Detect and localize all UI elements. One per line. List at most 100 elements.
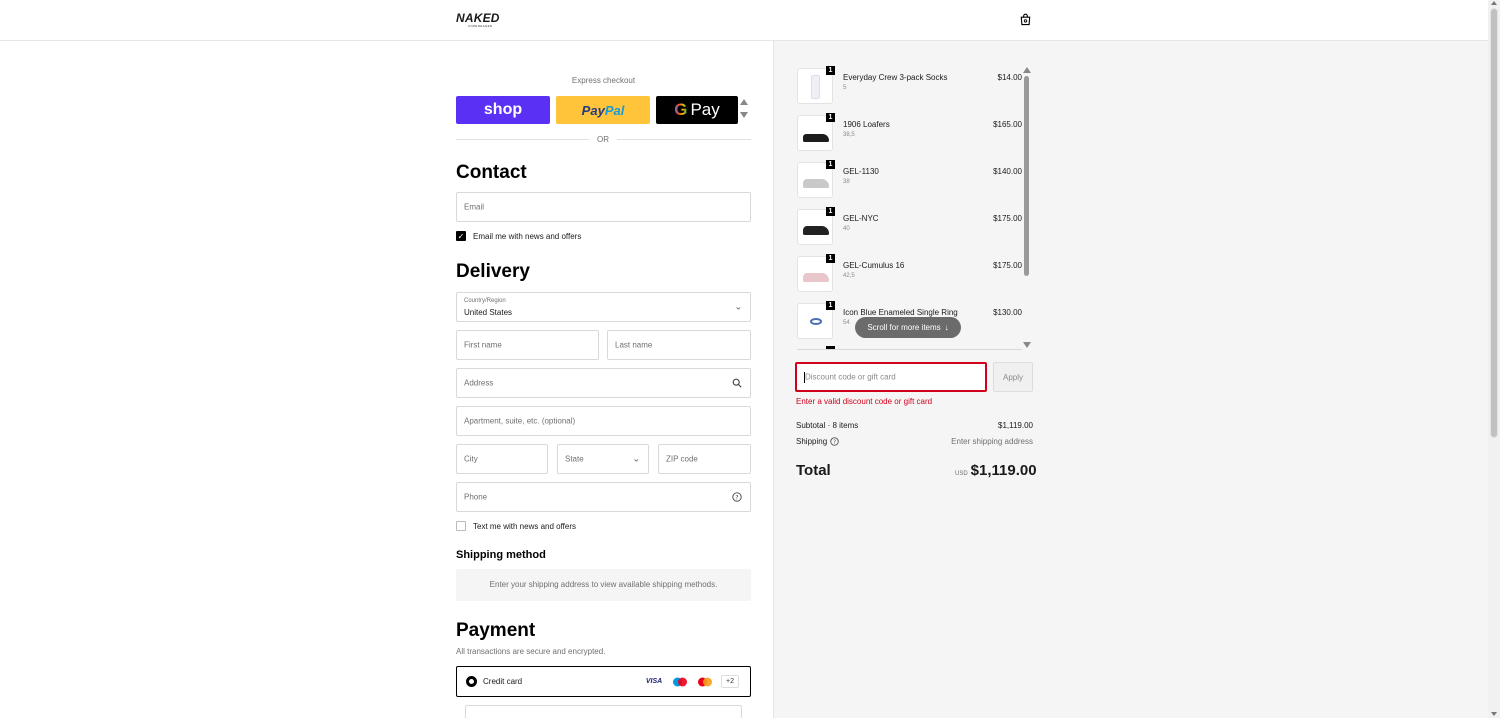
newsletter-checkbox[interactable]: ✓ bbox=[456, 231, 466, 241]
shop-pay-button[interactable]: shop bbox=[456, 96, 550, 124]
shipping-method-heading: Shipping method bbox=[456, 549, 546, 561]
shipping-method-message: Enter your shipping address to view avai… bbox=[456, 569, 751, 601]
list-scroll-down-icon[interactable] bbox=[1023, 342, 1031, 348]
credit-card-option[interactable]: Credit card VISA +2 bbox=[456, 666, 751, 697]
newsletter-label: Email me with news and offers bbox=[473, 232, 582, 241]
google-pay-label: Pay bbox=[690, 100, 720, 119]
arrow-down-icon: ↓ bbox=[944, 323, 949, 332]
scroll-down-icon[interactable] bbox=[1491, 712, 1497, 716]
email-placeholder: Email bbox=[464, 202, 485, 212]
phone-placeholder: Phone bbox=[464, 492, 488, 502]
shopping-bag-icon[interactable] bbox=[1019, 13, 1032, 26]
google-g-logo: G bbox=[674, 100, 688, 119]
item-price: $140.00 bbox=[993, 167, 1022, 176]
sms-checkbox[interactable] bbox=[456, 521, 466, 531]
express-scroll-arrows[interactable] bbox=[740, 99, 748, 118]
total-currency: USD bbox=[955, 471, 968, 477]
scroll-up-icon[interactable] bbox=[1491, 1, 1497, 5]
list-item: 1 GEL-NYC 40 $175.00 bbox=[797, 207, 1022, 249]
discount-placeholder: Discount code or gift card bbox=[805, 372, 896, 382]
address-placeholder: Address bbox=[464, 378, 494, 388]
item-price: $175.00 bbox=[993, 214, 1022, 223]
maestro-icon bbox=[669, 675, 691, 688]
address-field[interactable]: Address bbox=[456, 368, 751, 398]
contact-heading: Contact bbox=[456, 162, 527, 183]
item-list-divider bbox=[797, 349, 1022, 350]
item-price: $14.00 bbox=[997, 73, 1022, 82]
list-scroll-up-icon[interactable] bbox=[1023, 67, 1031, 73]
page-scrollbar-thumb[interactable] bbox=[1490, 8, 1498, 438]
item-variant: 38 bbox=[843, 179, 850, 185]
help-icon[interactable]: ? bbox=[830, 437, 839, 446]
item-name: Icon Blue Enameled Single Ring bbox=[843, 308, 958, 317]
visa-icon: VISA bbox=[645, 678, 663, 685]
list-item: 1 GEL-1130 38 $140.00 bbox=[797, 160, 1022, 202]
total-amount: USD $1,119.00 bbox=[955, 462, 1037, 480]
country-select[interactable]: Country/Region United States ⌄ bbox=[456, 292, 751, 322]
item-list-scrollbar[interactable] bbox=[1024, 76, 1029, 276]
apply-discount-button[interactable]: Apply bbox=[993, 362, 1033, 392]
chevron-down-icon: ⌄ bbox=[632, 453, 640, 464]
discount-error-message: Enter a valid discount code or gift card bbox=[796, 397, 933, 406]
item-price: $165.00 bbox=[993, 120, 1022, 129]
total-label: Total bbox=[796, 462, 831, 479]
item-variant: 54 bbox=[843, 320, 850, 326]
item-price: $175.00 bbox=[993, 261, 1022, 270]
city-field[interactable]: City bbox=[456, 444, 548, 474]
quantity-badge: 1 bbox=[826, 66, 835, 75]
arrow-down-icon[interactable] bbox=[740, 112, 748, 118]
item-name: Everyday Crew 3-pack Socks bbox=[843, 73, 948, 82]
shipping-row: Shipping ? Enter shipping address bbox=[796, 437, 1033, 446]
quantity-badge: 1 bbox=[826, 113, 835, 122]
email-field[interactable]: Email bbox=[456, 192, 751, 222]
state-select[interactable]: State ⌄ bbox=[557, 444, 649, 474]
quantity-badge: 1 bbox=[826, 160, 835, 169]
quantity-badge: 1 bbox=[826, 254, 835, 263]
shipping-value: Enter shipping address bbox=[951, 437, 1033, 446]
subtotal-value: $1,119.00 bbox=[998, 421, 1033, 430]
scroll-more-items-button[interactable]: Scroll for more items ↓ bbox=[855, 317, 961, 338]
country-value: United States bbox=[464, 308, 513, 317]
item-variant: 42,5 bbox=[843, 273, 855, 279]
discount-code-input[interactable]: Discount code or gift card bbox=[795, 362, 987, 392]
or-label: OR bbox=[589, 135, 617, 144]
state-placeholder: State bbox=[565, 454, 584, 464]
apartment-field[interactable]: Apartment, suite, etc. (optional) bbox=[456, 406, 751, 436]
item-variant: 5 bbox=[843, 85, 847, 91]
zip-field[interactable]: ZIP code bbox=[658, 444, 751, 474]
brand-logo-subtitle: COPENHAGEN bbox=[468, 24, 493, 28]
payment-heading: Payment bbox=[456, 620, 536, 641]
delivery-heading: Delivery bbox=[456, 261, 530, 282]
paypal-button[interactable]: Pay Pal bbox=[556, 96, 650, 124]
list-item: 1 1906 Loafers 38,5 $165.00 bbox=[797, 113, 1022, 155]
phone-field[interactable]: Phone ? bbox=[456, 482, 751, 512]
credit-card-label: Credit card bbox=[483, 677, 523, 686]
first-name-field[interactable]: First name bbox=[456, 330, 599, 360]
svg-text:?: ? bbox=[833, 440, 836, 446]
arrow-up-icon[interactable] bbox=[740, 99, 748, 105]
mastercard-icon bbox=[694, 675, 716, 688]
item-name: GEL-NYC bbox=[843, 214, 879, 223]
subtotal-row: Subtotal · 8 items $1,119.00 bbox=[796, 421, 1033, 430]
more-cards-badge: +2 bbox=[721, 675, 739, 688]
paypal-label-pal: Pal bbox=[604, 102, 625, 118]
help-icon[interactable]: ? bbox=[732, 492, 742, 502]
city-placeholder: City bbox=[464, 454, 478, 464]
quantity-badge: 1 bbox=[826, 207, 835, 216]
card-number-field[interactable] bbox=[465, 705, 742, 718]
credit-card-radio[interactable] bbox=[466, 676, 477, 687]
express-checkout-title: Express checkout bbox=[571, 76, 636, 85]
header: NAKED COPENHAGEN bbox=[0, 0, 1488, 41]
item-variant: 38,5 bbox=[843, 132, 855, 138]
country-label: Country/Region bbox=[464, 298, 506, 304]
page-scrollbar[interactable] bbox=[1488, 0, 1500, 718]
brand-logo[interactable]: NAKED bbox=[456, 11, 500, 25]
subtotal-label: Subtotal · 8 items bbox=[796, 421, 859, 430]
item-price: $130.00 bbox=[993, 308, 1022, 317]
last-name-placeholder: Last name bbox=[615, 340, 653, 350]
item-name: GEL-1130 bbox=[843, 167, 879, 176]
google-pay-button[interactable]: G Pay bbox=[656, 96, 738, 124]
last-name-field[interactable]: Last name bbox=[607, 330, 751, 360]
scroll-hint-label: Scroll for more items bbox=[867, 323, 941, 332]
sms-label: Text me with news and offers bbox=[473, 522, 577, 531]
